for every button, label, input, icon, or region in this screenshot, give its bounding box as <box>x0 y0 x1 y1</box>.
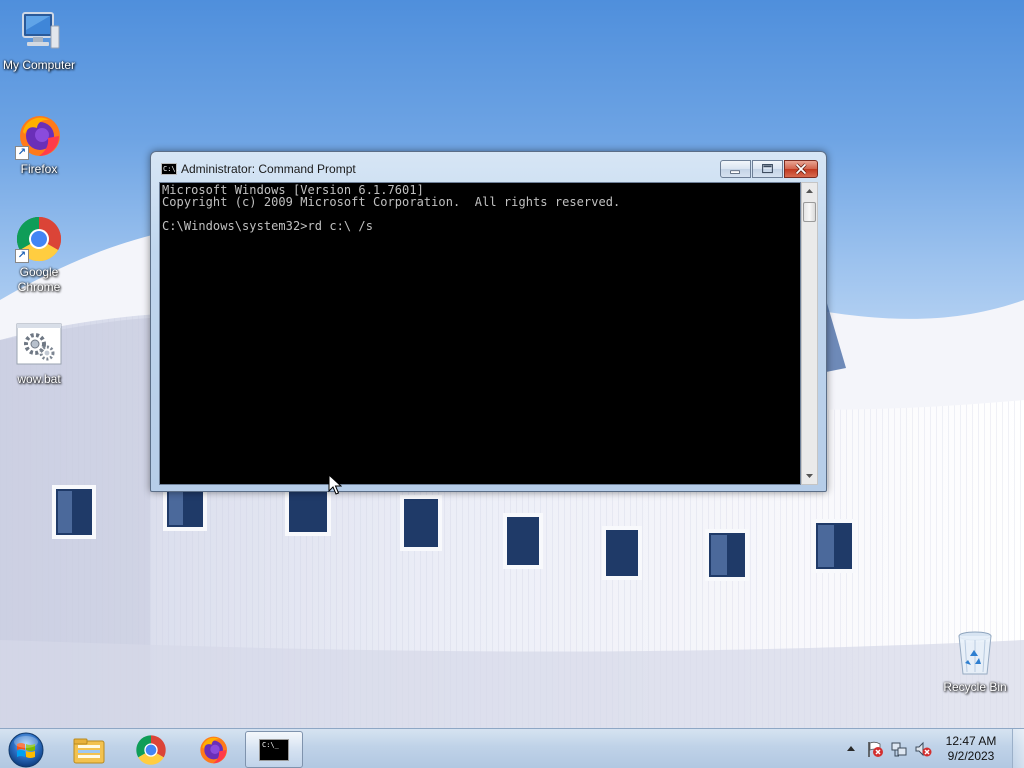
desktop-icon-label: Firefox <box>20 162 58 176</box>
file-explorer-icon <box>73 738 105 763</box>
show-hidden-icons-arrow[interactable] <box>846 742 856 756</box>
clock-date: 9/2/2023 <box>947 749 995 763</box>
start-button[interactable] <box>6 731 46 768</box>
taskbar-chrome-button[interactable] <box>122 731 180 768</box>
clock-time: 12:47 AM <box>945 734 997 748</box>
action-center-flag-icon[interactable] <box>866 740 884 758</box>
recycle-bin-icon <box>951 630 999 678</box>
desktop-icon-wow-bat[interactable]: wow.bat <box>0 322 78 387</box>
desktop-icon-label: Recycle Bin <box>943 680 1007 694</box>
show-desktop-button[interactable] <box>1012 729 1024 768</box>
console-output[interactable]: Microsoft Windows [Version 6.1.7601] Cop… <box>159 182 801 485</box>
command-prompt-icon: C:\_ <box>259 738 289 761</box>
volume-muted-icon[interactable] <box>914 740 932 758</box>
maximize-icon <box>762 164 773 174</box>
desktop-icon-recycle-bin[interactable]: Recycle Bin <box>936 630 1014 695</box>
window-titlebar[interactable]: C:\. Administrator: Command Prompt <box>151 152 826 182</box>
close-button[interactable] <box>784 160 818 178</box>
system-tray: 12:47 AM 9/2/2023 <box>842 729 1024 768</box>
desktop-icon-label: My Computer <box>2 58 76 72</box>
shortcut-arrow-icon: ↗ <box>15 146 29 160</box>
scroll-down-arrow-icon[interactable] <box>802 468 817 484</box>
shortcut-arrow-icon: ↗ <box>15 249 29 263</box>
window-title: Administrator: Command Prompt <box>181 162 356 176</box>
chrome-icon <box>136 734 166 765</box>
desktop-icon-label: Google Chrome <box>17 265 61 294</box>
taskbar-explorer-button[interactable] <box>60 731 118 768</box>
command-prompt-window[interactable]: C:\. Administrator: Command Prompt Micro… <box>150 151 827 492</box>
desktop-icon-chrome[interactable]: ↗ Google Chrome <box>0 215 78 295</box>
console-line: Copyright (c) 2009 Microsoft Corporation… <box>162 195 621 209</box>
desktop-icon-my-computer[interactable]: My Computer <box>0 8 78 73</box>
firefox-icon: ↗ <box>15 112 63 160</box>
minimize-button[interactable] <box>720 160 751 178</box>
scrollbar-thumb[interactable] <box>803 202 816 222</box>
network-icon[interactable] <box>890 740 908 758</box>
firefox-icon <box>200 736 227 763</box>
windows-start-icon <box>8 732 44 768</box>
batch-file-icon <box>15 322 63 370</box>
taskbar-clock[interactable]: 12:47 AM 9/2/2023 <box>932 734 1010 764</box>
maximize-button[interactable] <box>752 160 783 178</box>
mouse-cursor-icon <box>328 474 342 495</box>
command-prompt-icon: C:\. <box>161 163 180 175</box>
desktop-icon-label: wow.bat <box>17 372 61 386</box>
taskbar-firefox-button[interactable] <box>184 731 242 768</box>
scroll-up-arrow-icon[interactable] <box>802 183 817 199</box>
taskbar-command-prompt-button[interactable]: C:\_ <box>245 731 303 768</box>
close-icon <box>795 163 807 175</box>
desktop-icon-firefox[interactable]: ↗ Firefox <box>0 112 78 177</box>
computer-icon <box>15 8 63 56</box>
taskbar: C:\_ 12:47 AM 9/2/2023 <box>0 728 1024 768</box>
minimize-icon <box>730 170 740 174</box>
vertical-scrollbar[interactable] <box>801 182 818 485</box>
console-command-line: C:\Windows\system32>rd c:\ /s <box>162 219 373 233</box>
chrome-icon: ↗ <box>15 215 63 263</box>
